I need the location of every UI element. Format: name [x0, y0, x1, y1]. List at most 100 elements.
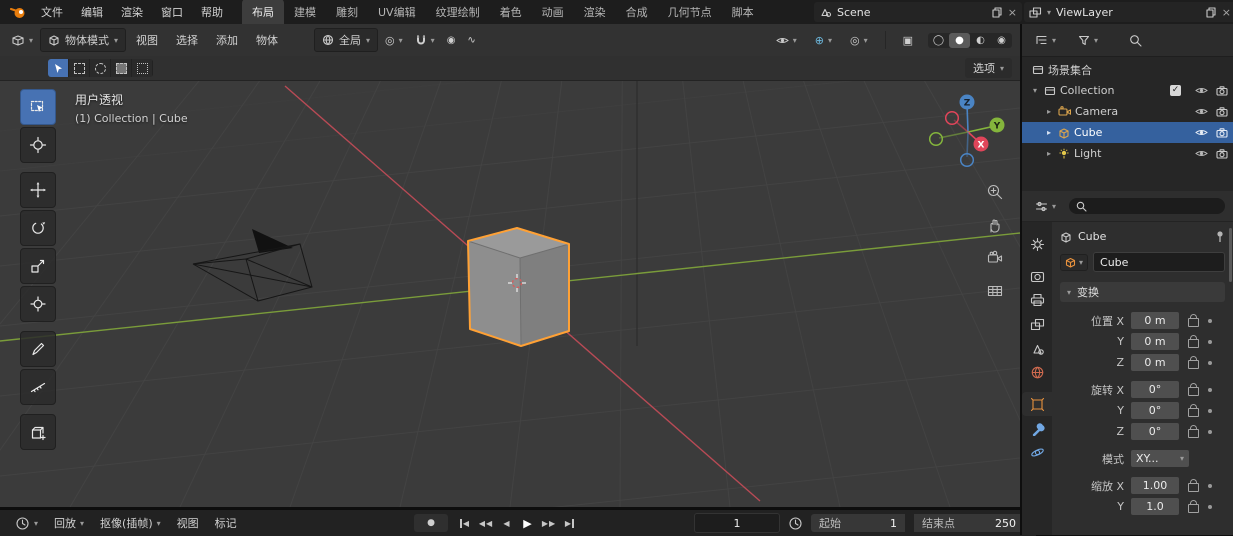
animate-dot-icon[interactable]	[1208, 318, 1212, 323]
outliner-filter-dropdown[interactable]: ▾	[1073, 32, 1103, 49]
workspace-tab-layout[interactable]: 布局	[242, 0, 284, 24]
expand-arrow-icon[interactable]: ▸	[1044, 149, 1054, 158]
zoom-icon[interactable]	[986, 183, 1004, 201]
animate-dot-icon[interactable]	[1208, 387, 1212, 392]
pin-icon[interactable]	[1215, 230, 1225, 243]
menu-edit[interactable]: 编辑	[72, 0, 112, 24]
modifier-properties-tab[interactable]	[1022, 416, 1052, 440]
eye-icon[interactable]	[1195, 149, 1208, 158]
expand-arrow-icon[interactable]: ▸	[1044, 107, 1054, 116]
menu-add[interactable]: 添加	[208, 28, 246, 52]
shading-solid-button[interactable]: ●	[948, 32, 970, 48]
scene-properties-tab[interactable]	[1022, 336, 1052, 360]
workspace-tab-rendering[interactable]: 渲染	[574, 0, 616, 24]
mode-dropdown[interactable]: 物体模式 ▾	[40, 28, 127, 52]
move-tool[interactable]	[20, 172, 56, 208]
playback-menu[interactable]: 回放 ▾	[47, 512, 91, 534]
location-x-field[interactable]: 0 m	[1131, 312, 1179, 329]
location-y-field[interactable]: 0 m	[1131, 333, 1179, 350]
previous-keyframe-button[interactable]: ◀ ◀	[477, 515, 494, 531]
new-viewlayer-icon[interactable]	[1206, 6, 1217, 18]
lock-icon[interactable]	[1188, 382, 1199, 396]
navigation-gizmo[interactable]: Z Y X	[923, 91, 1007, 173]
viewlayer-selector[interactable]: ▾ ViewLayer ×	[1024, 2, 1233, 22]
lock-icon[interactable]	[1188, 313, 1199, 327]
play-button[interactable]: ▶	[519, 515, 536, 531]
workspace-tab-animation[interactable]: 动画	[532, 0, 574, 24]
scale-tool[interactable]	[20, 248, 56, 284]
outliner-row-scene-collection[interactable]: 场景集合	[1022, 59, 1233, 80]
object-type-dropdown[interactable]: ▾	[1060, 253, 1089, 271]
rotation-z-field[interactable]: 0°	[1131, 423, 1179, 440]
animate-dot-icon[interactable]	[1208, 504, 1212, 509]
proportional-edit-toggle[interactable]: ◉	[442, 32, 461, 49]
properties-scrollbar[interactable]	[1229, 228, 1232, 282]
animate-dot-icon[interactable]	[1208, 429, 1212, 434]
proportional-falloff-icon[interactable]: ∿	[462, 32, 480, 49]
menu-file[interactable]: 文件	[32, 0, 72, 24]
marker-menu[interactable]: 标记	[208, 512, 244, 534]
lock-icon[interactable]	[1188, 499, 1199, 513]
render-visibility-icon[interactable]	[1216, 127, 1228, 138]
lock-icon[interactable]	[1188, 334, 1199, 348]
editor-divider[interactable]	[1020, 24, 1022, 535]
render-visibility-icon[interactable]	[1216, 106, 1228, 117]
transform-tool[interactable]	[20, 286, 56, 322]
annotate-tool[interactable]	[20, 331, 56, 367]
axis-y-negative-ball[interactable]	[928, 131, 944, 147]
eye-icon[interactable]	[1195, 86, 1208, 95]
output-properties-tab[interactable]	[1022, 288, 1052, 312]
show-overlays-dropdown[interactable]: ◎ ▾	[845, 31, 873, 50]
next-keyframe-button[interactable]: ▶ ▶	[540, 515, 557, 531]
view-layer-properties-tab[interactable]	[1022, 312, 1052, 336]
snap-dropdown[interactable]: ▾	[410, 31, 440, 49]
workspace-tab-texture-paint[interactable]: 纹理绘制	[426, 0, 490, 24]
outliner-row-light[interactable]: ▸ Light	[1022, 143, 1233, 164]
keying-menu[interactable]: 抠像(插帧) ▾	[93, 512, 168, 534]
shading-material-button[interactable]: ◐	[970, 33, 991, 48]
remove-viewlayer-icon[interactable]: ×	[1222, 7, 1231, 18]
viewport-3d[interactable]: 用户透视 (1) Collection | Cube Z Y X	[0, 81, 1020, 507]
animate-dot-icon[interactable]	[1208, 339, 1212, 344]
animate-dot-icon[interactable]	[1208, 360, 1212, 365]
render-properties-tab[interactable]	[1022, 264, 1052, 288]
rotate-tool[interactable]	[20, 210, 56, 246]
outliner-row-collection[interactable]: ▾ Collection ✓	[1022, 80, 1233, 101]
outliner-display-dropdown[interactable]: ▾	[1030, 31, 1061, 49]
outliner-row-cube[interactable]: ▸ Cube	[1022, 122, 1233, 143]
current-frame-field[interactable]: 1	[694, 513, 780, 533]
pan-hand-icon[interactable]	[986, 216, 1004, 234]
workspace-tab-shading[interactable]: 着色	[490, 0, 532, 24]
select-mode-intersect-button[interactable]	[132, 59, 153, 77]
rotation-y-field[interactable]: 0°	[1131, 402, 1179, 419]
measure-tool[interactable]	[20, 369, 56, 405]
select-box-tool[interactable]	[20, 89, 56, 125]
workspace-tab-scripting[interactable]: 脚本	[722, 0, 764, 24]
lock-icon[interactable]	[1188, 478, 1199, 492]
expand-arrow-icon[interactable]: ▸	[1044, 128, 1054, 137]
rotation-x-field[interactable]: 0°	[1131, 381, 1179, 398]
menu-view[interactable]: 视图	[128, 28, 166, 52]
collection-checkbox[interactable]: ✓	[1170, 85, 1181, 96]
rotation-mode-dropdown[interactable]: XY... ▾	[1131, 450, 1189, 467]
grid-ortho-icon[interactable]	[986, 282, 1004, 300]
auto-keyframe-record-button[interactable]: ●	[414, 514, 448, 532]
menu-object[interactable]: 物体	[248, 28, 286, 52]
new-scene-icon[interactable]	[992, 6, 1003, 18]
workspace-tab-sculpting[interactable]: 雕刻	[326, 0, 368, 24]
cursor-tool[interactable]	[20, 127, 56, 163]
unlink-scene-icon[interactable]: ×	[1008, 7, 1017, 18]
object-properties-tab[interactable]	[1022, 392, 1052, 416]
render-visibility-icon[interactable]	[1216, 85, 1228, 96]
transform-orientation-dropdown[interactable]: 全局 ▾	[314, 28, 379, 52]
menu-help[interactable]: 帮助	[192, 0, 232, 24]
world-properties-tab[interactable]	[1022, 360, 1052, 384]
pivot-point-dropdown[interactable]: ◎ ▾	[380, 31, 408, 50]
collapse-arrow-icon[interactable]: ▾	[1030, 86, 1040, 95]
animate-dot-icon[interactable]	[1208, 408, 1212, 413]
outliner-search-icon[interactable]	[1129, 34, 1142, 47]
transform-section-header[interactable]: ▾ 变换	[1060, 282, 1225, 302]
eye-icon[interactable]	[1195, 128, 1208, 137]
show-gizmos-dropdown[interactable]: ⊕ ▾	[810, 31, 837, 50]
shading-wireframe-button[interactable]: ◯	[928, 33, 949, 48]
